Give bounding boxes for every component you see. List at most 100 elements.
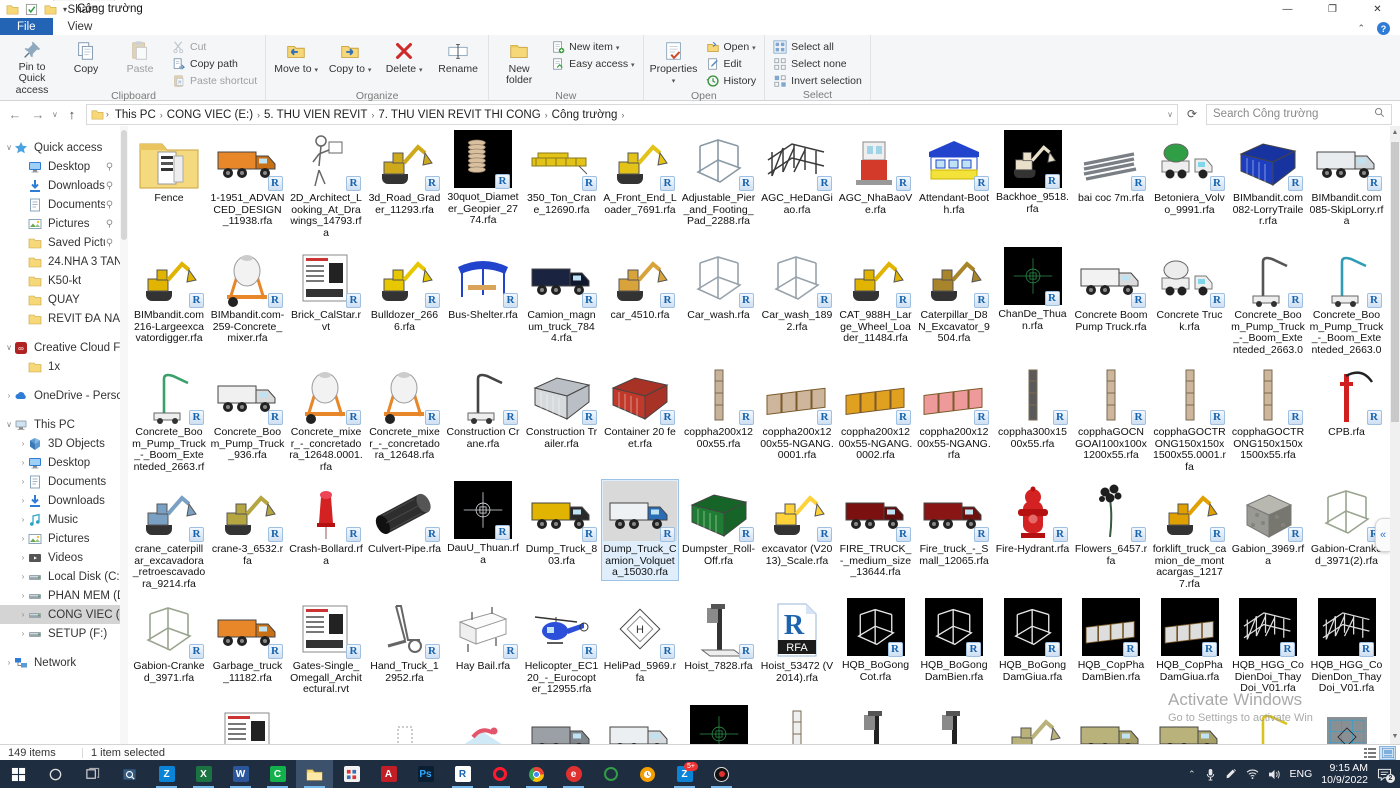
- file-tile-agc-hedangiao-rfa[interactable]: RAGC_HeDanGiao.rfa: [758, 128, 836, 218]
- sidebar-item-local-disk-c[interactable]: ›Local Disk (C:): [0, 567, 120, 586]
- taskbar-recorder-icon[interactable]: [703, 760, 740, 788]
- file-tile-hand-truck-12952-rfa[interactable]: RHand_Truck_12952.rfa: [366, 596, 444, 686]
- sidebar-item-documents[interactable]: ›Documents: [0, 472, 120, 491]
- breadcrumb-separator[interactable]: ›: [621, 110, 624, 120]
- file-tile[interactable]: R: [209, 703, 287, 744]
- minimize-button[interactable]: —: [1265, 0, 1310, 18]
- file-tile[interactable]: R: [680, 703, 758, 744]
- file-tile-excavator-v2013-scale-rfa[interactable]: Rexcavator (V2013)_Scale.rfa: [758, 479, 836, 569]
- sidebar-item-music[interactable]: ›Music: [0, 510, 120, 529]
- copy-path-button[interactable]: Copy path: [167, 55, 262, 72]
- cut-button[interactable]: Cut: [167, 38, 262, 55]
- sidebar-item-quay[interactable]: QUAY: [0, 290, 120, 309]
- file-tile-crane-caterpillar-excavadora-retroescavadora-9214-rfa[interactable]: Rcrane_caterpillar_excavadora_retroescav…: [130, 479, 208, 591]
- scroll-up-arrow[interactable]: ▲: [1390, 126, 1400, 140]
- file-tile-hqb-bogongdamgiua-rfa[interactable]: RHQB_BoGongDamGiua.rfa: [994, 596, 1072, 685]
- delete-button[interactable]: Delete ▾: [377, 36, 431, 90]
- sidebar-item-k50-kt[interactable]: K50-kt: [0, 271, 120, 290]
- taskbar-zalo-badge-icon[interactable]: Z5+: [666, 760, 703, 788]
- file-tile-hay-bail-rfa[interactable]: RHay Bail.rfa: [444, 596, 522, 675]
- vertical-scrollbar[interactable]: ▲ ▼: [1390, 126, 1400, 744]
- microphone-icon[interactable]: [1205, 768, 1216, 781]
- tab-view[interactable]: View: [53, 18, 116, 35]
- file-tile-copphagocngoai100x100x1200x55-rfa[interactable]: RcopphaGOCNGOAI100x100x1200x55.rfa: [1072, 362, 1150, 464]
- taskbar-opera-icon[interactable]: [481, 760, 518, 788]
- tree-chevron[interactable]: ›: [18, 496, 28, 505]
- file-tile-copphagoctrong150x150x1500x55-0001-rfa[interactable]: RcopphaGOCTRONG150x150x1500x55.0001.rfa: [1151, 362, 1229, 474]
- file-tile-bimbandit-com-259-concrete-mixer-rfa[interactable]: RBIMbandit.com-259-Concrete_mixer.rfa: [209, 245, 287, 347]
- file-tile-bus-shelter-rfa[interactable]: RBus-Shelter.rfa: [444, 245, 522, 324]
- file-tile-hqb-hgg-codiendon-thaydoi-v01-rfa[interactable]: RHQB_HGG_CoDienDon_ThayDoi_V01.rfa: [1308, 596, 1386, 697]
- file-tile-gabion-3969-rfa[interactable]: RGabion_3969.rfa: [1229, 479, 1307, 569]
- notification-icon[interactable]: 2: [1377, 768, 1392, 781]
- select-none-button[interactable]: Select none: [768, 55, 867, 72]
- file-tile-gabion-cranked-3971-2-rfa[interactable]: RGabion-Cranked_3971(2).rfa: [1308, 479, 1386, 569]
- file-tile-bai-coc-7m-rfa[interactable]: Rbai coc 7m.rfa: [1072, 128, 1150, 207]
- sidebar-scrollbar[interactable]: [120, 126, 128, 744]
- file-tile-2d-architect-looking-at-drawings-14793-rfa[interactable]: R2D_Architect_Looking_At_Drawings_14793.…: [287, 128, 365, 240]
- file-tile-betoniera-volvo-9991-rfa[interactable]: RBetoniera_Volvo_9991.rfa: [1151, 128, 1229, 218]
- sidebar-item-downloads[interactable]: Downloads: [0, 176, 120, 195]
- tree-chevron[interactable]: ›: [18, 572, 28, 581]
- file-tile-concrete-mixer-concretadora-12648-0001-rfa[interactable]: RConcrete_mixer_-_concretadora_12648.000…: [287, 362, 365, 474]
- file-tile-concrete-boom-pump-truck-boom-extenteded-2663-rfa[interactable]: RConcrete_Boom_Pump_Truck_-_Boom_Extente…: [130, 362, 208, 474]
- tree-chevron[interactable]: ›: [18, 439, 28, 448]
- taskbar-clock-app-icon[interactable]: [629, 760, 666, 788]
- taskbar-photos-icon[interactable]: [111, 760, 148, 788]
- file-tile-dump-truck-camion-volqueta-15030-rfa[interactable]: RDump_Truck_Camion_Volqueta_15030.rfa: [601, 479, 679, 581]
- file-tile-bimbandit-com082-lorrytrailer-rfa[interactable]: RBIMbandit.com082-LorryTrailer.rfa: [1229, 128, 1307, 230]
- breadcrumb-this-pc[interactable]: This PC: [111, 109, 160, 121]
- file-tile-dauu-thuan-rfa[interactable]: RDauU_Thuan.rfa: [444, 479, 522, 568]
- file-tile-concrete-boom-pump-truck-rfa[interactable]: RConcrete Boom Pump Truck.rfa: [1072, 245, 1150, 335]
- taskbar-revit-icon[interactable]: R: [444, 760, 481, 788]
- properties-button[interactable]: Properties ▾: [647, 36, 701, 90]
- file-tile-hqb-copphadambien-rfa[interactable]: RHQB_CopPhaDamBien.rfa: [1072, 596, 1150, 685]
- sidebar-item-pictures[interactable]: Pictures: [0, 214, 120, 233]
- thumbnail-view-button[interactable]: [1379, 746, 1396, 760]
- tree-chevron[interactable]: ›: [4, 391, 14, 400]
- collapse-ribbon-icon[interactable]: ⌃: [1357, 23, 1365, 34]
- file-tile[interactable]: R: [523, 703, 601, 744]
- scrollbar-thumb[interactable]: [1391, 142, 1399, 422]
- explorer-folder-icon[interactable]: [6, 3, 19, 16]
- file-tile-camion-magnum-truck-7844-rfa[interactable]: RCamion_magnum_truck_7844.rfa: [523, 245, 601, 347]
- sidebar-item-pictures[interactable]: ›Pictures: [0, 529, 120, 548]
- file-tile-30quot-diameter-geopier-2774-rfa[interactable]: R30quot_Diameter_Geopier_2774.rfa: [444, 128, 522, 229]
- file-tile-fence[interactable]: Fence: [130, 128, 208, 207]
- tree-chevron[interactable]: ›: [18, 458, 28, 467]
- file-tile[interactable]: R: [1308, 703, 1386, 744]
- sidebar-item-quick-access[interactable]: ∨Quick access: [0, 138, 120, 157]
- file-tile[interactable]: R: [601, 703, 679, 744]
- file-tile-hoist-7828-rfa[interactable]: RHoist_7828.rfa: [680, 596, 758, 675]
- tray-expand-chevron[interactable]: ⌃: [1188, 769, 1196, 780]
- move-to-button[interactable]: Move to ▾: [269, 36, 323, 90]
- taskbar-word-icon[interactable]: W: [222, 760, 259, 788]
- file-tile-coppha200x1200x55-ngang-0002-rfa[interactable]: Rcoppha200x1200x55-NGANG.0002.rfa: [837, 362, 915, 464]
- file-tile[interactable]: R: [758, 703, 836, 744]
- side-panel-toggle[interactable]: «: [1375, 518, 1390, 552]
- file-tile-fire-hydrant-rfa[interactable]: RFire-Hydrant.rfa: [994, 479, 1072, 558]
- wifi-icon[interactable]: [1246, 769, 1259, 779]
- address-dropdown-chevron[interactable]: ∨: [1167, 110, 1173, 119]
- back-button[interactable]: ←: [6, 105, 24, 123]
- file-tile-crash-bollard-rfa[interactable]: RCrash-Bollard.rfa: [287, 479, 365, 569]
- file-tile[interactable]: R: [915, 703, 993, 744]
- recent-locations-chevron[interactable]: ∨: [52, 110, 58, 119]
- tree-chevron[interactable]: ∨: [4, 143, 14, 152]
- sidebar-item-desktop[interactable]: ›Desktop: [0, 453, 120, 472]
- breadcrumb-c-ng-tr-ng[interactable]: Công trường: [548, 109, 622, 121]
- copy-button[interactable]: Copy: [59, 36, 113, 90]
- file-tile-flowers-6457-rfa[interactable]: RFlowers_6457.rfa: [1072, 479, 1150, 569]
- file-tile-coppha200x1200x55-ngang-0001-rfa[interactable]: Rcoppha200x1200x55-NGANG.0001.rfa: [758, 362, 836, 464]
- sidebar-item-24-nha-3-tang[interactable]: 24.NHA 3 TANG: [0, 252, 120, 271]
- address-field[interactable]: › This PC›CONG VIEC (E:)›5. THU VIEN REV…: [86, 104, 1178, 125]
- taskbar-zalo-icon[interactable]: Z: [148, 760, 185, 788]
- scroll-down-arrow[interactable]: ▼: [1390, 730, 1400, 744]
- taskbar-excel-icon[interactable]: X: [185, 760, 222, 788]
- file-tile-gabion-cranked-3971-rfa[interactable]: RGabion-Cranked_3971.rfa: [130, 596, 208, 686]
- tree-chevron[interactable]: ›: [18, 515, 28, 524]
- taskbar-start-icon[interactable]: [0, 760, 37, 788]
- sidebar-item-phan-mem-d[interactable]: ›PHAN MEM (D:): [0, 586, 120, 605]
- taskbar-camtasia-icon[interactable]: C: [259, 760, 296, 788]
- file-tile[interactable]: [287, 703, 365, 744]
